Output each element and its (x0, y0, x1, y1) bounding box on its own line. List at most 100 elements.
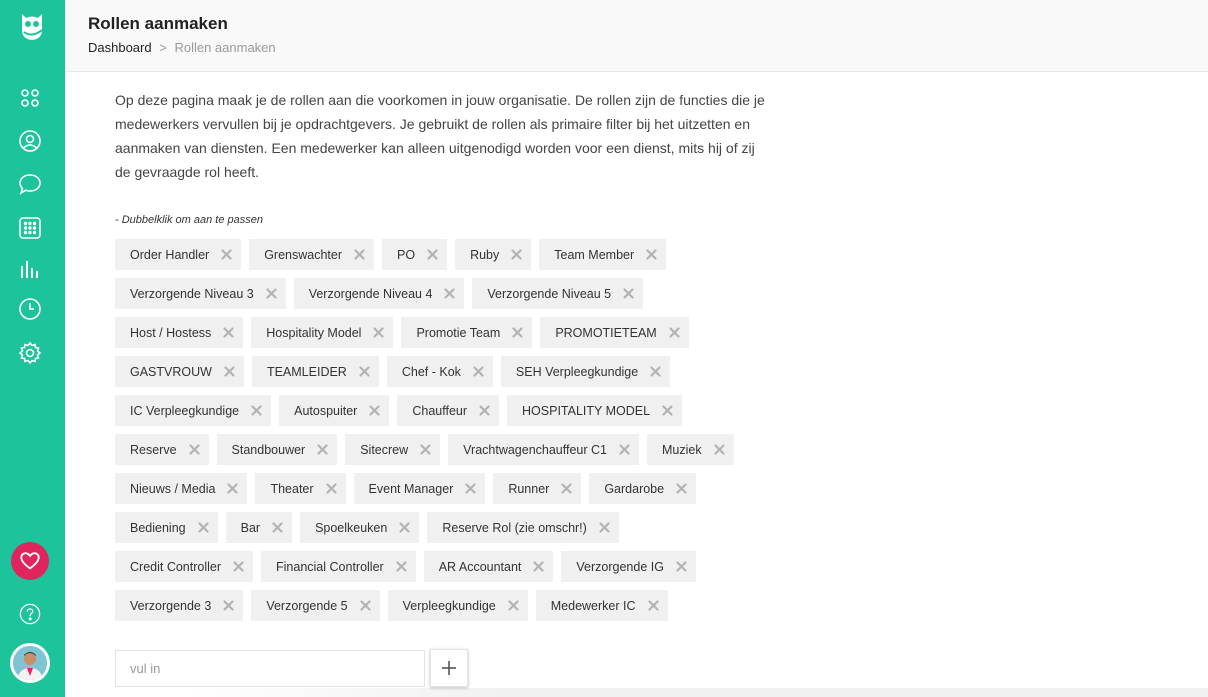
role-tag[interactable]: Muziek (647, 434, 734, 465)
remove-role-icon[interactable] (444, 288, 456, 299)
role-tag[interactable]: Verzorgende 3 (115, 590, 244, 621)
remove-role-icon[interactable] (662, 405, 673, 416)
owl-logo-icon[interactable] (18, 10, 46, 42)
role-tag[interactable]: Verzorgende Niveau 3 (115, 278, 286, 309)
remove-role-icon[interactable] (224, 366, 235, 377)
remove-role-icon[interactable] (533, 561, 545, 572)
avatar[interactable] (10, 643, 50, 683)
remove-role-icon[interactable] (373, 327, 385, 338)
remove-role-icon[interactable] (650, 366, 661, 377)
role-tag[interactable]: Sitecrew (345, 434, 441, 465)
remove-role-icon[interactable] (479, 405, 490, 416)
remove-role-icon[interactable] (354, 249, 365, 260)
remove-role-icon[interactable] (647, 600, 659, 611)
role-tag[interactable]: GASTVROUW (115, 356, 244, 387)
role-tag[interactable]: Promotie Team (401, 317, 533, 348)
role-tag[interactable]: Verzorgende IG (561, 551, 696, 582)
remove-role-icon[interactable] (676, 561, 687, 572)
remove-role-icon[interactable] (266, 288, 277, 299)
remove-role-icon[interactable] (713, 444, 725, 455)
role-tag[interactable]: SEH Verpleegkundige (500, 356, 671, 387)
remove-role-icon[interactable] (512, 327, 523, 338)
remove-role-icon[interactable] (223, 327, 234, 338)
calendar-icon[interactable] (18, 216, 42, 240)
remove-role-icon[interactable] (561, 483, 572, 494)
role-tag[interactable]: Autospuiter (279, 395, 390, 426)
role-tag[interactable]: Chef - Kok (386, 356, 493, 387)
remove-role-icon[interactable] (669, 327, 680, 338)
role-tag[interactable]: Host / Hostess (115, 317, 244, 348)
role-tag-label: Nieuws / Media (130, 481, 216, 496)
role-tag[interactable]: Theater (255, 473, 346, 504)
role-tag[interactable]: Event Manager (353, 473, 486, 504)
role-tag[interactable]: Spoelkeuken (300, 512, 420, 543)
remove-role-icon[interactable] (619, 444, 630, 455)
role-tag[interactable]: HOSPITALITY MODEL (507, 395, 683, 426)
remove-role-icon[interactable] (227, 483, 239, 494)
remove-role-icon[interactable] (465, 483, 476, 494)
remove-role-icon[interactable] (359, 366, 370, 377)
role-tag[interactable]: Ruby (455, 239, 532, 270)
role-tag[interactable]: Verpleegkundige (387, 590, 528, 621)
user-icon[interactable] (18, 129, 42, 153)
remove-role-icon[interactable] (473, 366, 484, 377)
remove-role-icon[interactable] (508, 600, 519, 611)
heart-icon[interactable] (11, 542, 49, 580)
role-tag[interactable]: Standbouwer (216, 434, 338, 465)
role-tag[interactable]: TEAMLEIDER (251, 356, 379, 387)
stats-icon[interactable] (18, 257, 42, 281)
role-tag[interactable]: Order Handler (115, 239, 242, 270)
role-tag[interactable]: Financial Controller (261, 551, 416, 582)
role-tag[interactable]: Bediening (115, 512, 218, 543)
dashboard-grid-icon[interactable] (18, 86, 42, 110)
role-tag[interactable]: Medewerker IC (535, 590, 668, 621)
role-tag[interactable]: Verzorgende Niveau 4 (293, 278, 465, 309)
help-icon[interactable] (19, 603, 41, 625)
role-tag[interactable]: Credit Controller (115, 551, 254, 582)
role-tag-label: AR Accountant (438, 559, 522, 574)
role-tag[interactable]: Grenswachter (249, 239, 375, 270)
role-tag[interactable]: Hospitality Model (251, 317, 394, 348)
role-tag[interactable]: Vrachtwagenchauffeur C1 (448, 434, 639, 465)
remove-role-icon[interactable] (325, 483, 337, 494)
remove-role-icon[interactable] (360, 600, 371, 611)
role-tag[interactable]: Reserve (115, 434, 209, 465)
breadcrumb-dashboard-link[interactable]: Dashboard (88, 40, 152, 55)
role-tag[interactable]: Runner (493, 473, 582, 504)
remove-role-icon[interactable] (198, 522, 209, 533)
new-role-input[interactable] (115, 650, 425, 687)
role-tag[interactable]: Reserve Rol (zie omschr!) (427, 512, 619, 543)
remove-role-icon[interactable] (646, 249, 657, 260)
remove-role-icon[interactable] (420, 444, 431, 455)
gear-icon[interactable] (18, 341, 42, 365)
role-tag[interactable]: Bar (225, 512, 293, 543)
role-tag[interactable]: Team Member (539, 239, 667, 270)
role-tag[interactable]: Verzorgende Niveau 5 (472, 278, 644, 309)
remove-role-icon[interactable] (317, 444, 328, 455)
remove-role-icon[interactable] (427, 249, 438, 260)
remove-role-icon[interactable] (623, 288, 634, 299)
role-tag[interactable]: Nieuws / Media (115, 473, 248, 504)
remove-role-icon[interactable] (221, 249, 232, 260)
remove-role-icon[interactable] (511, 249, 522, 260)
remove-role-icon[interactable] (369, 405, 380, 416)
remove-role-icon[interactable] (599, 522, 610, 533)
remove-role-icon[interactable] (396, 561, 407, 572)
remove-role-icon[interactable] (223, 600, 234, 611)
remove-role-icon[interactable] (272, 522, 283, 533)
role-tag[interactable]: Verzorgende 5 (251, 590, 380, 621)
role-tag[interactable]: IC Verpleegkundige (115, 395, 272, 426)
role-tag[interactable]: PO (382, 239, 448, 270)
remove-role-icon[interactable] (399, 522, 410, 533)
clock-icon[interactable] (18, 297, 42, 321)
chat-icon[interactable] (18, 172, 42, 196)
role-tag[interactable]: Gardarobe (589, 473, 697, 504)
add-role-button[interactable] (430, 649, 468, 687)
remove-role-icon[interactable] (251, 405, 262, 416)
remove-role-icon[interactable] (233, 561, 244, 572)
remove-role-icon[interactable] (188, 444, 200, 455)
role-tag[interactable]: Chauffeur (397, 395, 500, 426)
remove-role-icon[interactable] (676, 483, 687, 494)
role-tag[interactable]: PROMOTIETEAM (540, 317, 689, 348)
role-tag[interactable]: AR Accountant (423, 551, 554, 582)
